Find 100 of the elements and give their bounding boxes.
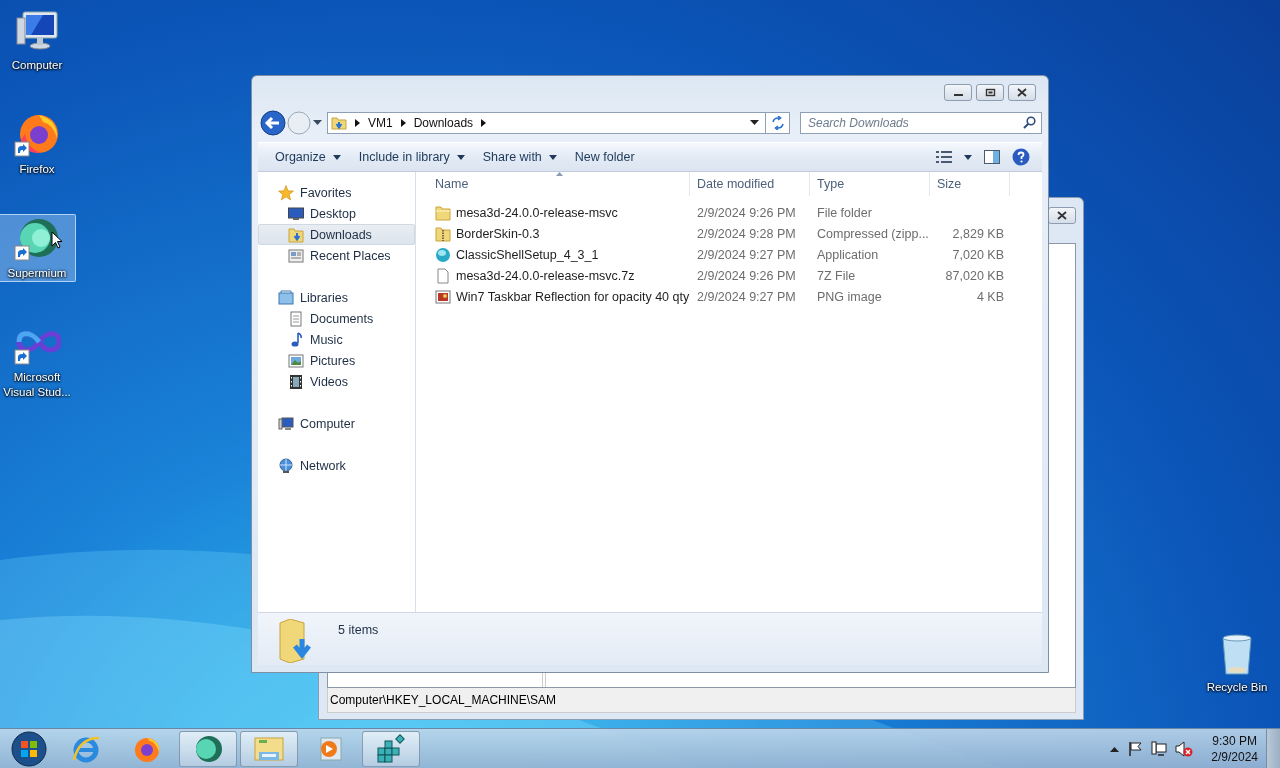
caret-icon [332,154,341,160]
restore-icon [984,88,996,97]
search-icon [1023,116,1036,129]
star-icon [278,184,294,201]
close-button[interactable] [1048,207,1076,224]
recent-places-icon [288,247,304,264]
flag-icon [1127,740,1144,757]
size-cell-text: 2,829 KB [951,226,1005,241]
action-center-button[interactable] [1127,740,1144,757]
windows-flag-icon [11,730,47,767]
monitor-icon [288,205,304,222]
recent-pages-button[interactable] [313,120,322,126]
network-icon [278,457,294,474]
close-icon [1016,88,1028,97]
download-folder-icon [331,115,347,131]
folder-icon [435,204,451,221]
desktop-shortcut[interactable]: Recycle Bin [1198,628,1276,696]
library-icon [278,289,294,306]
mouse-cursor-icon [51,231,63,249]
date-cell-text: 2/9/2024 9:26 PM [696,268,797,283]
caret-icon [964,154,972,160]
chevron-right-icon [400,119,406,127]
maximize-button[interactable] [976,84,1004,101]
toolbar-button[interactable]: Include in library [349,145,474,169]
caret-icon [548,154,557,160]
refresh-arrows-icon [770,116,785,130]
speaker-muted-icon [1175,740,1194,757]
navigation-item[interactable]: Libraries [258,287,415,308]
size-cell-text: 87,020 KB [944,268,1005,283]
refresh-button[interactable] [766,112,790,134]
sort-arrow-icon [555,172,563,176]
navigation-item[interactable]: Computer [258,413,415,434]
taskbar-button[interactable] [179,730,237,767]
navigation-item[interactable]: Downloads [258,224,415,245]
navigation-item[interactable]: Videos [258,371,415,392]
date-cell-text: 2/9/2024 9:27 PM [696,247,797,262]
search-field[interactable]: Search Downloads [800,112,1042,134]
desktop-shortcut[interactable]: Computer [0,6,76,74]
address-bar[interactable]: VM1 Downloads [327,112,766,134]
caret-up-icon [1110,745,1120,752]
toolbar-button[interactable]: Organize [266,145,350,169]
type-cell-text: Compressed (zipp... [816,226,930,241]
document-icon [288,310,304,327]
network-monitor-icon [1151,740,1168,757]
cubes-icon [375,733,407,764]
computer-icon [278,415,294,432]
status-bar-text: Computer\HKEY_LOCAL_MACHINE\SAM [330,693,557,707]
sphere-icon [13,216,61,264]
chevron-right-icon [481,119,487,127]
caret-icon [313,120,322,126]
show-hidden-icons-button[interactable] [1110,745,1120,752]
column-header[interactable]: Date modified [690,172,810,196]
network-button[interactable] [1151,740,1168,757]
image-icon [435,288,451,305]
navigation-item[interactable]: Desktop [258,203,415,224]
date-cell-text: 2/9/2024 9:28 PM [696,226,797,241]
file-name[interactable]: mesa3d-24.0.0-release-msvc.7z [428,267,690,284]
preview-pane-icon [984,150,1000,164]
navigation-item[interactable]: Documents [258,308,415,329]
film-icon [288,373,304,390]
navigation-item[interactable]: Favorites [258,182,415,203]
navigation-item[interactable]: Network [258,455,415,476]
sphere-icon [193,733,223,764]
navigation-item[interactable]: Recent Places [258,245,415,266]
type-cell-text: File folder [816,205,873,220]
file-name[interactable]: mesa3d-24.0.0-release-msvc [428,204,690,221]
file-name[interactable]: Win7 Taskbar Reflection for opacity 40 qty [428,288,690,305]
details-view-icon [936,151,952,163]
navigation-item[interactable]: Music [258,329,415,350]
toolbar-button[interactable]: Share with [473,145,566,169]
column-header[interactable]: Name [428,172,690,196]
caret-icon [456,154,465,160]
file-name[interactable]: ClassicShellSetup_4_3_1 [428,246,690,263]
download-folder-icon [288,226,304,243]
column-header[interactable]: Type [810,172,930,196]
taskbar-button[interactable] [362,730,420,767]
toolbar-button[interactable]: New folder [565,145,644,169]
help-icon [1012,148,1030,166]
breadcrumb-item[interactable]: VM1 [368,116,393,130]
picture-icon [288,352,304,369]
desktop-shortcut[interactable]: Microsoft Visual Stud... [0,318,76,401]
column-header[interactable]: Size [930,172,1010,196]
forward-circle-icon [287,111,311,135]
date-cell-text: 2/9/2024 9:27 PM [696,289,797,304]
close-icon [1057,211,1067,220]
desktop-shortcut[interactable]: Firefox [0,110,76,178]
browser-icon [13,112,61,160]
file-name[interactable]: BorderSkin-0.3 [428,225,690,242]
breadcrumb-item[interactable]: Downloads [413,116,474,130]
sphere-icon [435,246,451,263]
volume-button[interactable] [1175,740,1194,757]
type-cell-text: PNG image [816,289,883,304]
clock[interactable]: 9:30 PM 2/9/2024 [1211,732,1258,765]
size-cell-text: 4 KB [975,289,1005,304]
close-button[interactable] [1008,84,1036,101]
minimize-button[interactable] [944,84,972,101]
back-button[interactable] [260,110,286,136]
type-cell-text: 7Z File [816,268,857,283]
navigation-item[interactable]: Pictures [258,350,415,371]
date-cell-text: 2/9/2024 9:26 PM [696,205,797,220]
